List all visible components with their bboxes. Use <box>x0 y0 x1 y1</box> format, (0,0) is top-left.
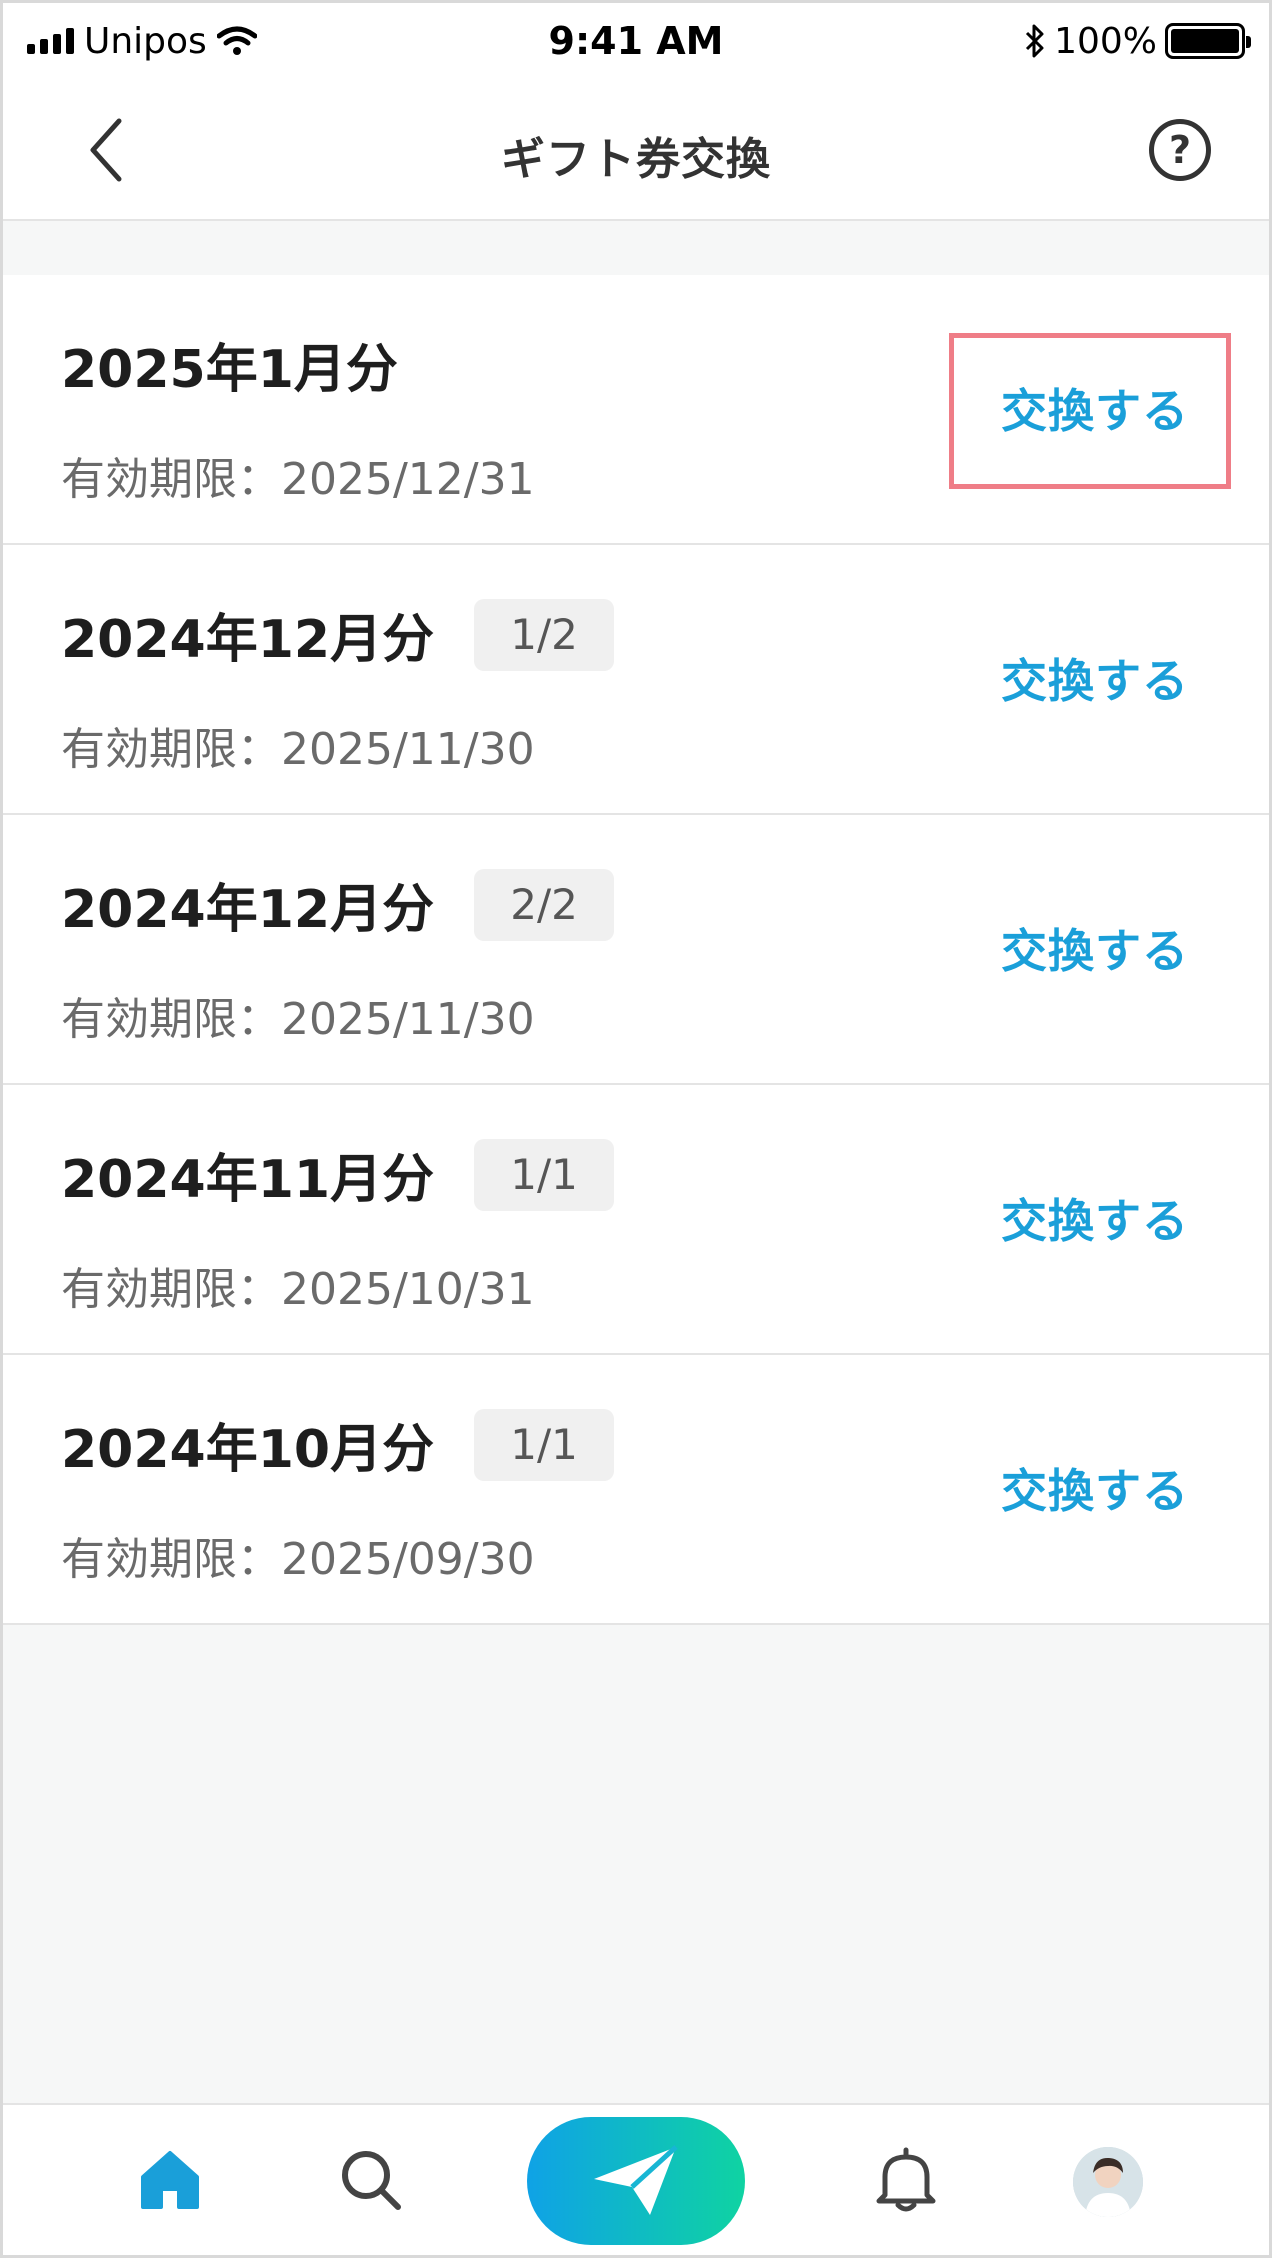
wifi-icon <box>216 26 257 55</box>
item-title: 2024年10月分 <box>61 1420 435 1480</box>
carrier-label: Unipos <box>84 20 207 62</box>
item-title: 2024年12月分 <box>61 880 435 940</box>
status-left: Unipos <box>27 21 447 62</box>
exchange-button[interactable]: 交換する <box>1001 645 1189 711</box>
exchange-button[interactable]: 交換する <box>1001 1185 1189 1251</box>
item-title-row: 2024年12月分 1/2 <box>61 597 615 672</box>
count-badge: 1/1 <box>474 1138 615 1211</box>
bell-icon[interactable] <box>871 2145 941 2215</box>
item-expiry: 有効期限：2025/11/30 <box>61 994 535 1045</box>
page-title: ギフト券交換 <box>501 134 771 185</box>
bluetooth-icon <box>1026 24 1044 58</box>
item-expiry: 有効期限：2025/11/30 <box>61 724 535 775</box>
item-title-row: 2025年1月分 <box>61 327 398 402</box>
item-expiry: 有効期限：2025/10/31 <box>61 1264 535 1315</box>
send-button[interactable] <box>527 2117 745 2245</box>
count-badge: 2/2 <box>474 868 615 941</box>
status-time: 9:41 AM <box>548 19 724 63</box>
avatar[interactable] <box>1073 2147 1143 2217</box>
list-item: 2024年12月分 1/2 有効期限：2025/11/30 交換する <box>3 545 1269 815</box>
signal-icon <box>27 28 74 54</box>
battery-percent: 100% <box>1054 20 1157 62</box>
exchange-button[interactable]: 交換する <box>1001 1455 1189 1521</box>
help-button[interactable]: ? <box>1149 119 1211 181</box>
item-expiry: 有効期限：2025/12/31 <box>61 454 535 505</box>
item-title: 2024年12月分 <box>61 610 435 670</box>
item-title-row: 2024年11月分 1/1 <box>61 1137 615 1212</box>
item-expiry: 有効期限：2025/09/30 <box>61 1534 535 1585</box>
list-item: 2024年10月分 1/1 有効期限：2025/09/30 交換する <box>3 1355 1269 1625</box>
status-bar: Unipos 9:41 AM 100% <box>3 3 1269 79</box>
avatar-image <box>1073 2147 1143 2217</box>
count-badge: 1/2 <box>474 598 615 671</box>
gift-voucher-list: 2025年1月分 有効期限：2025/12/31 交換する 2024年12月分 … <box>3 275 1269 1625</box>
exchange-button[interactable]: 交換する <box>1001 915 1189 981</box>
item-title: 2025年1月分 <box>61 340 398 400</box>
app-frame: Unipos 9:41 AM 100% ギフト券交換 ? 2025年1月分 有効… <box>0 0 1272 2258</box>
item-title-row: 2024年10月分 1/1 <box>61 1407 615 1482</box>
bottom-nav <box>3 2103 1269 2255</box>
list-item: 2024年11月分 1/1 有効期限：2025/10/31 交換する <box>3 1085 1269 1355</box>
help-icon: ? <box>1168 128 1192 172</box>
exchange-button[interactable]: 交換する <box>1001 375 1189 441</box>
item-title: 2024年11月分 <box>61 1150 435 1210</box>
list-item: 2025年1月分 有効期限：2025/12/31 交換する <box>3 275 1269 545</box>
nav-header: ギフト券交換 ? <box>3 79 1269 221</box>
status-right: 100% <box>825 20 1251 62</box>
search-icon[interactable] <box>336 2145 406 2215</box>
battery-icon <box>1165 23 1251 59</box>
count-badge: 1/1 <box>474 1408 615 1481</box>
send-icon <box>594 2145 678 2215</box>
item-title-row: 2024年12月分 2/2 <box>61 867 615 942</box>
list-item: 2024年12月分 2/2 有効期限：2025/11/30 交換する <box>3 815 1269 1085</box>
home-icon[interactable] <box>135 2145 205 2215</box>
